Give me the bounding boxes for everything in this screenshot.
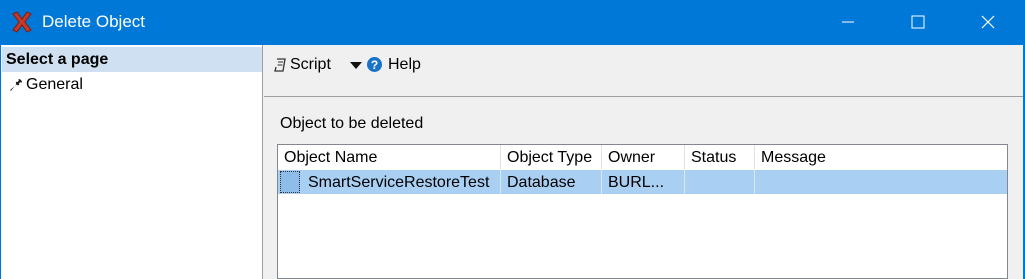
wrench-icon [10,79,22,91]
dialog-body: Select a page General Script ? Help Obje… [1,45,1023,279]
sidebar-header: Select a page [2,47,262,72]
svg-text:?: ? [371,58,378,72]
script-button[interactable]: Script [270,53,370,77]
column-header-object-name[interactable]: Object Name [278,145,501,169]
column-header-message[interactable]: Message [755,145,1007,169]
title-bar[interactable]: Delete Object [0,0,1025,45]
sidebar-item-label: General [26,76,83,93]
page-selector-panel: Select a page General [2,45,263,279]
column-header-status[interactable]: Status [685,145,755,169]
grid-header: Object Name Object Type Owner Status Mes… [278,145,1007,169]
cell-status [685,170,755,194]
column-header-owner[interactable]: Owner [602,145,685,169]
row-selector[interactable] [280,171,300,193]
maximize-icon [911,15,925,29]
objects-grid[interactable]: Object Name Object Type Owner Status Mes… [277,144,1008,279]
cell-object-type: Database [501,170,602,194]
maximize-button[interactable] [895,0,941,45]
help-label: Help [388,56,421,73]
cell-owner: BURL... [602,170,685,194]
close-button[interactable] [965,0,1011,45]
help-button[interactable]: ? Help [366,53,426,77]
chevron-down-icon[interactable] [350,62,362,70]
script-icon [274,58,286,72]
cell-message [755,170,1007,194]
column-header-object-type[interactable]: Object Type [501,145,602,169]
minimize-button[interactable] [825,0,871,45]
script-label: Script [290,56,331,73]
cell-object-name: SmartServiceRestoreTest [302,170,501,194]
table-row[interactable]: SmartServiceRestoreTest Database BURL... [278,170,1007,194]
delete-object-icon [12,11,32,33]
window-title: Delete Object [42,12,145,31]
sidebar-item-general[interactable]: General [6,73,261,97]
minimize-icon [842,21,854,23]
toolbar: Script ? Help [264,45,1023,97]
help-icon: ? [367,57,382,72]
close-icon [981,15,995,29]
section-label: Object to be deleted [280,115,424,132]
